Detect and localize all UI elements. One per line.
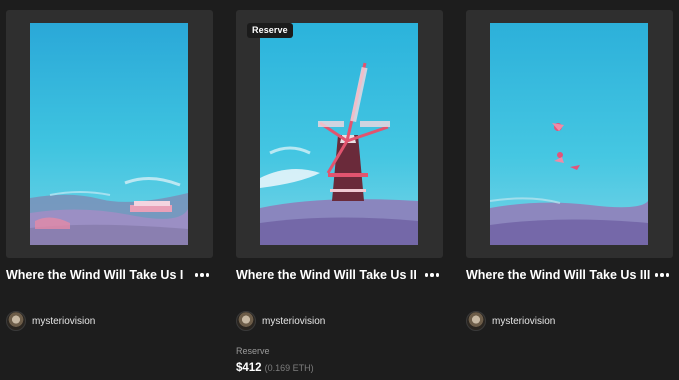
nft-card[interactable]: Where the Wind Will Take Us III mysterio… (466, 0, 677, 380)
artist-link[interactable]: mysteriovision (466, 309, 555, 333)
artwork-frame[interactable]: Reserve (236, 10, 443, 258)
nft-card[interactable]: Where the Wind Will Take Us I mysteriovi… (6, 0, 217, 380)
more-horizontal-icon[interactable] (192, 266, 212, 284)
reserve-label: Reserve (236, 346, 270, 356)
card-title[interactable]: Where the Wind Will Take Us I (6, 268, 186, 282)
artist-name: mysteriovision (492, 315, 556, 327)
more-horizontal-icon[interactable] (652, 266, 672, 284)
avatar (466, 311, 486, 331)
artist-name: mysteriovision (32, 315, 96, 327)
artist-link[interactable]: mysteriovision (236, 309, 325, 333)
artwork-image[interactable] (260, 23, 418, 245)
card-title[interactable]: Where the Wind Will Take Us III (466, 268, 650, 282)
artwork-image[interactable] (490, 23, 648, 245)
price-row: $412 (0.169 ETH) (236, 358, 314, 376)
avatar (236, 311, 256, 331)
artwork-image[interactable] (30, 23, 188, 245)
price-eth: (0.169 ETH) (264, 363, 314, 373)
nft-card[interactable]: Reserve Where the Wind Will Take Us II m… (236, 0, 447, 380)
card-title[interactable]: Where the Wind Will Take Us II (236, 268, 417, 282)
artist-link[interactable]: mysteriovision (6, 309, 95, 333)
avatar (6, 311, 26, 331)
price-usd: $412 (236, 362, 262, 374)
artwork-frame[interactable] (466, 10, 673, 258)
artwork-frame[interactable] (6, 10, 213, 258)
more-horizontal-icon[interactable] (422, 266, 442, 284)
artist-name: mysteriovision (262, 315, 326, 327)
reserve-badge: Reserve (247, 23, 293, 38)
